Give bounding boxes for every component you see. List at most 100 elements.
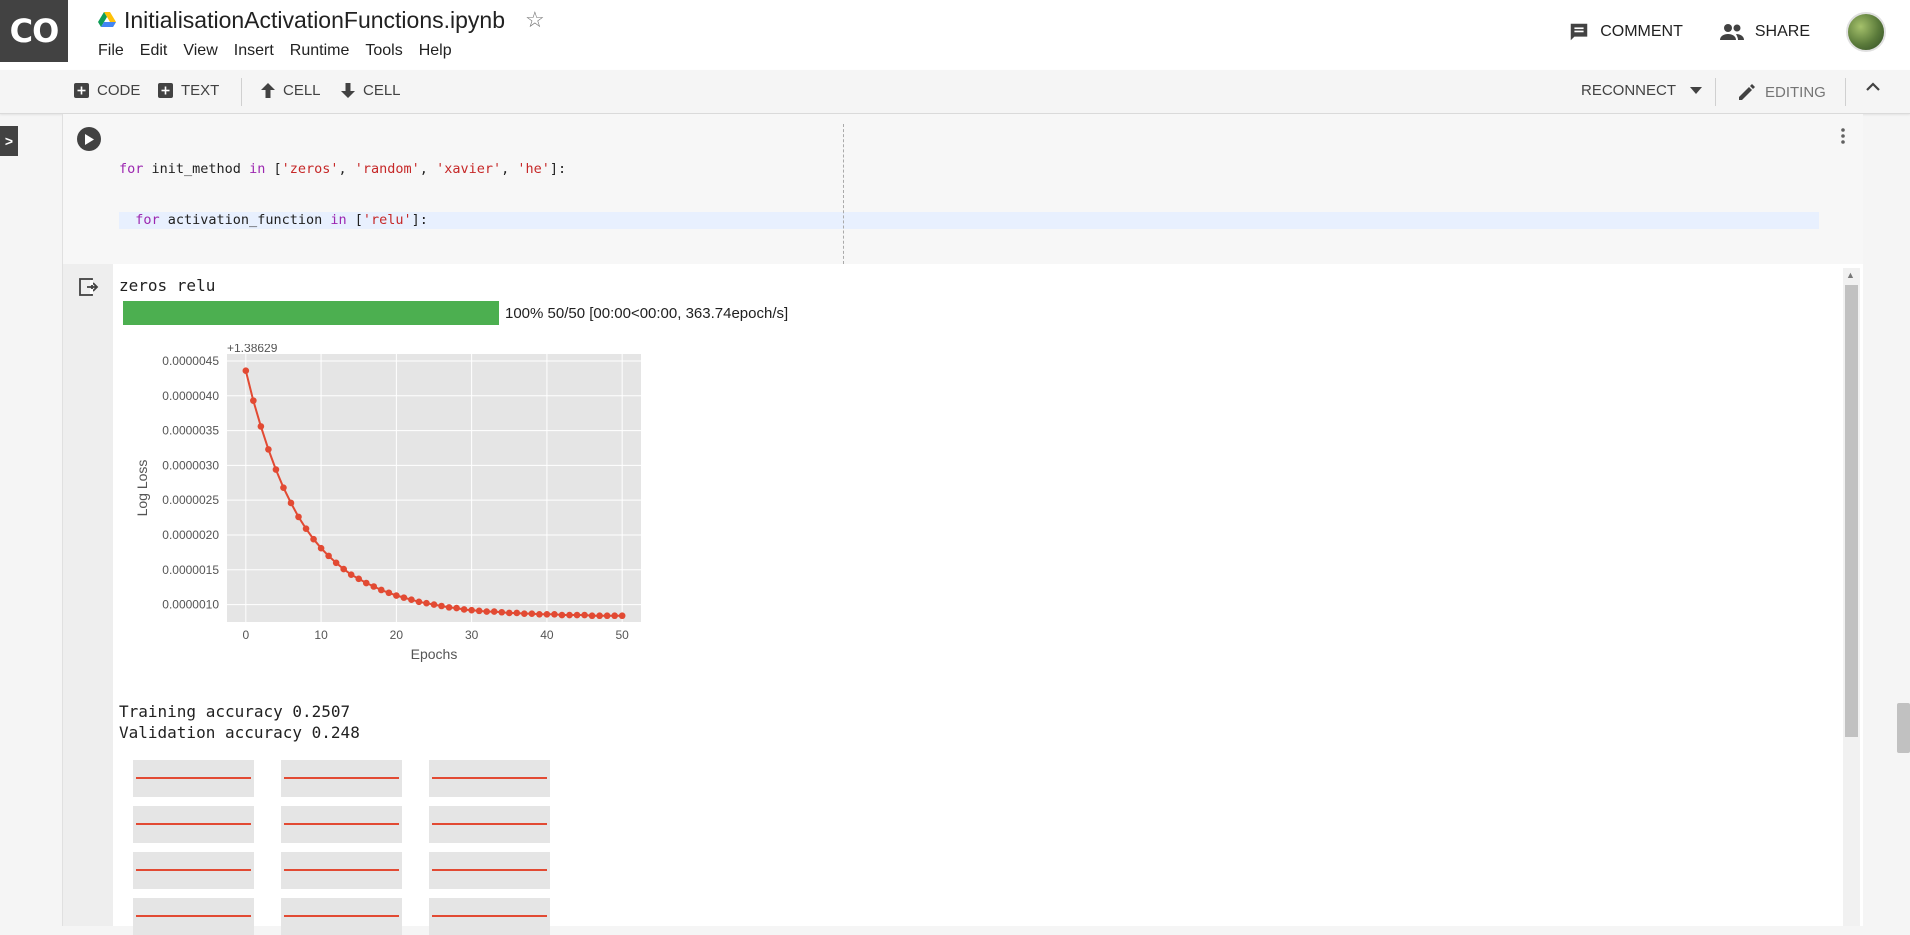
avatar[interactable] xyxy=(1846,12,1886,52)
chevron-up-icon xyxy=(1866,82,1880,91)
menu-view[interactable]: View xyxy=(183,42,217,60)
y-tick-label: 0.0000040 xyxy=(162,389,219,403)
loss-point xyxy=(415,598,423,606)
loss-point xyxy=(400,594,408,601)
cell-down-label: CELL xyxy=(363,82,401,99)
plot-area xyxy=(227,354,641,622)
sidebar-toggle[interactable]: > xyxy=(0,126,18,156)
loss-point xyxy=(438,602,445,610)
menu-file[interactable]: File xyxy=(98,42,124,60)
chevron-right-icon: > xyxy=(4,133,14,149)
loss-point xyxy=(340,565,347,573)
loss-point xyxy=(362,579,370,587)
dropdown-arrow-icon xyxy=(1690,87,1703,94)
thumbnail-plot xyxy=(133,806,254,843)
loss-point xyxy=(566,611,573,619)
loss-point xyxy=(536,611,543,618)
loss-point xyxy=(242,367,250,375)
add-text-button[interactable]: TEXT xyxy=(158,82,219,99)
output-menu-icon[interactable] xyxy=(79,278,99,301)
code-editor[interactable]: for init_method in ['zeros', 'random', '… xyxy=(63,114,1863,483)
loss-point xyxy=(287,499,295,507)
loss-point xyxy=(317,544,325,552)
move-cell-up-button[interactable]: CELL xyxy=(261,82,321,99)
thumbnail-plot xyxy=(133,898,254,935)
loss-point xyxy=(280,484,287,491)
y-tick-label: 0.0000015 xyxy=(162,563,219,577)
loss-point xyxy=(272,466,280,473)
menu-tools[interactable]: Tools xyxy=(365,42,402,60)
loss-point xyxy=(513,609,521,617)
y-tick-label: 0.0000030 xyxy=(162,458,219,472)
loss-point xyxy=(505,609,513,617)
page-scrollbar-thumb[interactable] xyxy=(1897,703,1910,753)
loss-point xyxy=(385,589,393,597)
x-tick-label: 10 xyxy=(314,628,328,642)
cell-output: zeros relu 100% 50/50 [00:00<00:00, 363.… xyxy=(79,264,1863,935)
cell-menu-icon[interactable] xyxy=(1841,128,1845,149)
thumbnail-plot xyxy=(281,898,402,935)
pencil-icon xyxy=(1739,84,1755,100)
loss-point xyxy=(551,611,558,618)
y-offset-label: +1.38629 xyxy=(227,344,278,355)
loss-point xyxy=(393,592,400,599)
editing-mode-button[interactable]: EDITING xyxy=(1737,82,1826,102)
loss-point xyxy=(603,612,611,620)
colab-logo[interactable]: CO xyxy=(0,0,68,62)
line-length-ruler xyxy=(843,124,844,264)
menu-edit[interactable]: Edit xyxy=(140,42,168,60)
y-tick-label: 0.0000020 xyxy=(162,528,219,542)
loss-point xyxy=(310,535,317,543)
y-axis-label: Log Loss xyxy=(134,460,150,517)
collapse-header-button[interactable] xyxy=(1866,82,1888,91)
star-icon[interactable]: ☆ xyxy=(525,7,545,33)
reconnect-label: RECONNECT xyxy=(1581,82,1677,99)
run-cell-button[interactable] xyxy=(77,127,101,151)
comment-button[interactable]: COMMENT xyxy=(1568,21,1683,43)
add-text-label: TEXT xyxy=(181,82,220,99)
scroll-up-arrow-icon[interactable]: ▲ xyxy=(1846,270,1855,280)
drive-icon xyxy=(98,12,116,27)
add-code-label: CODE xyxy=(97,82,141,99)
comment-label: COMMENT xyxy=(1600,23,1683,40)
loss-point xyxy=(588,612,596,620)
output-scrollbar-thumb[interactable] xyxy=(1845,285,1858,737)
loss-point xyxy=(445,604,453,611)
loss-point xyxy=(475,607,483,615)
accuracy-output: Training accuracy 0.2507 Validation accu… xyxy=(119,701,360,743)
share-label: SHARE xyxy=(1754,23,1810,40)
menu-bar: File Edit View Insert Runtime Tools Help xyxy=(98,42,468,60)
loss-point xyxy=(618,612,626,620)
loss-point xyxy=(355,575,363,583)
loss-point xyxy=(521,610,528,617)
plus-box-icon xyxy=(158,83,173,98)
y-tick-label: 0.0000025 xyxy=(162,493,219,507)
loss-point xyxy=(558,611,566,619)
x-tick-label: 50 xyxy=(616,628,630,642)
arrow-down-icon xyxy=(341,83,355,98)
header-actions: COMMENT SHARE xyxy=(1568,10,1910,54)
code-line: for init_method in ['zeros', 'random', '… xyxy=(119,161,567,177)
reconnect-button[interactable]: RECONNECT xyxy=(1581,82,1703,99)
thumbnail-plot xyxy=(429,806,550,843)
notebook-title[interactable]: InitialisationActivationFunctions.ipynb xyxy=(124,7,505,34)
y-tick-label: 0.0000010 xyxy=(162,598,219,612)
loss-point xyxy=(370,583,378,590)
progress-fill xyxy=(123,301,499,325)
x-axis-label: Epochs xyxy=(411,646,458,662)
share-button[interactable]: SHARE xyxy=(1719,22,1810,42)
loss-point xyxy=(596,612,603,620)
move-cell-down-button[interactable]: CELL xyxy=(341,82,401,99)
loss-point xyxy=(347,571,355,578)
y-tick-label: 0.0000045 xyxy=(162,354,219,368)
toolbar-divider xyxy=(1715,78,1716,106)
code-cell: for init_method in ['zeros', 'random', '… xyxy=(62,114,1863,935)
loss-point xyxy=(573,611,581,619)
thumbnail-plot xyxy=(429,852,550,889)
x-tick-label: 30 xyxy=(465,628,479,642)
menu-runtime[interactable]: Runtime xyxy=(290,42,350,60)
cell-up-label: CELL xyxy=(283,82,321,99)
menu-help[interactable]: Help xyxy=(419,42,452,60)
menu-insert[interactable]: Insert xyxy=(234,42,274,60)
add-code-button[interactable]: CODE xyxy=(74,82,140,99)
